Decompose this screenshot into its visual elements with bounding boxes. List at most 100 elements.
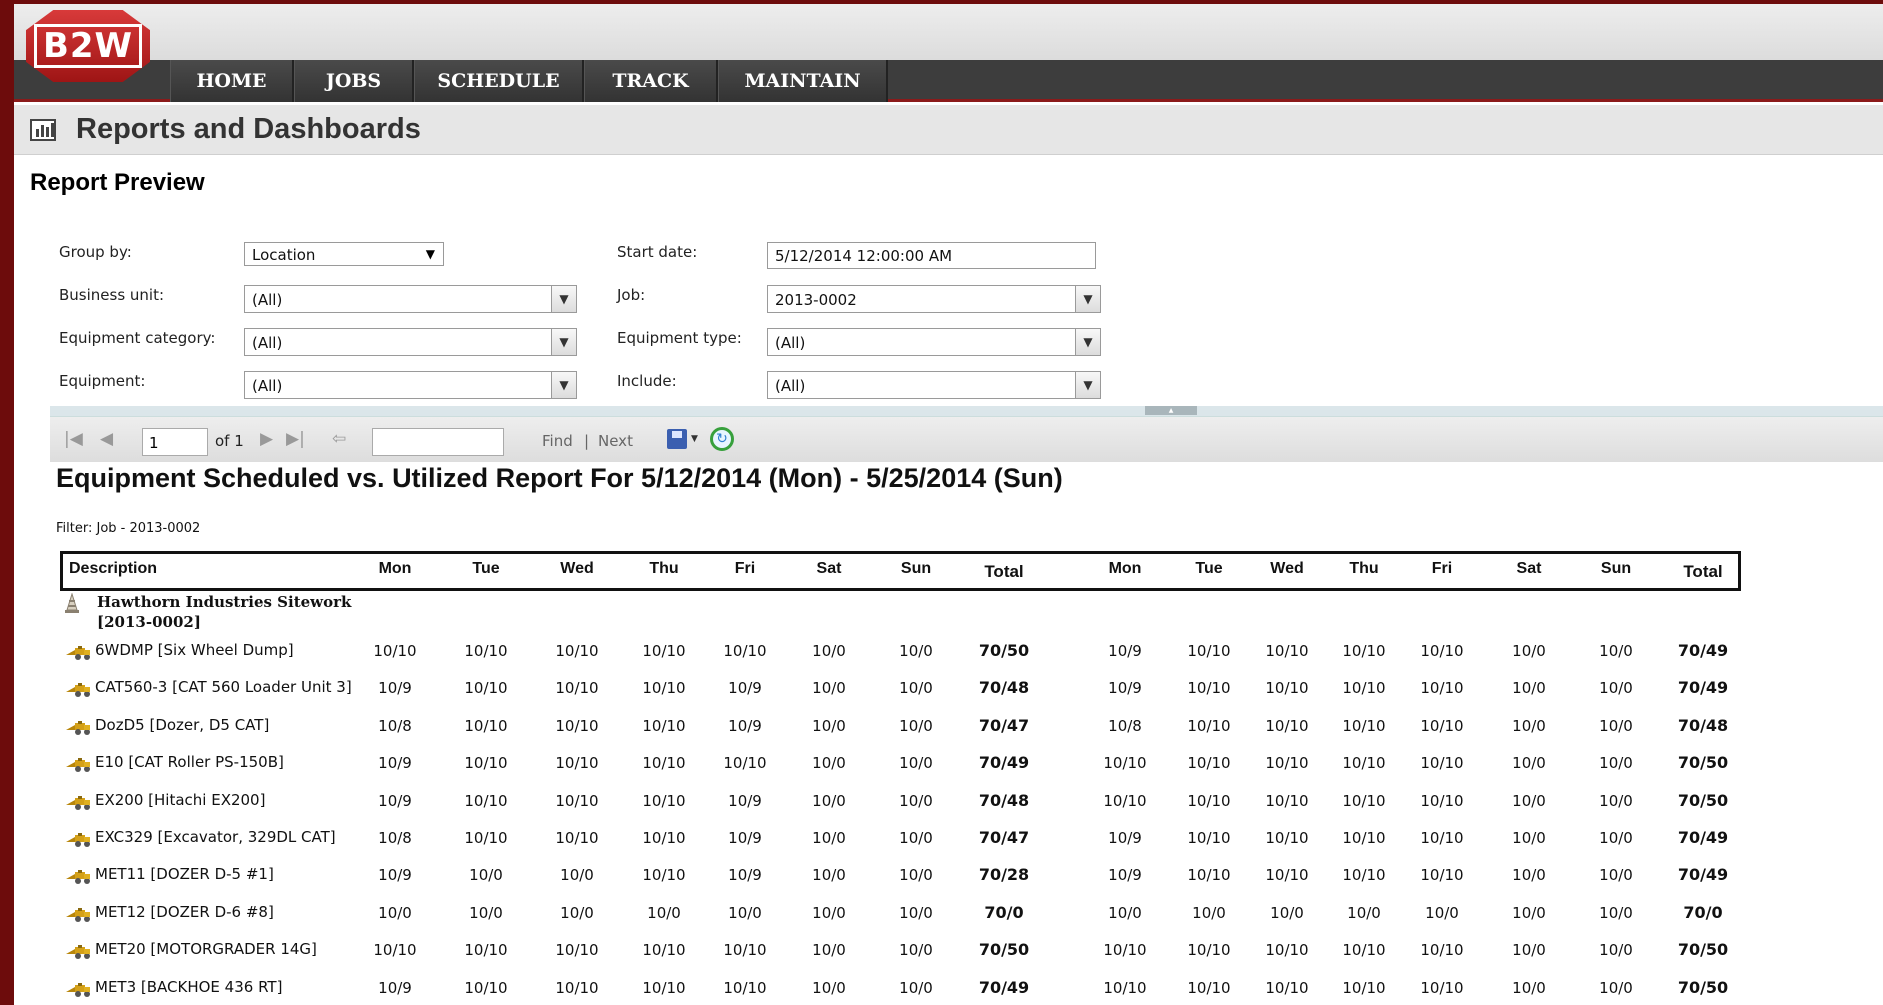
row-total-cell: 70/28 bbox=[978, 865, 1030, 885]
find-input[interactable] bbox=[372, 428, 504, 456]
dropdown-button-icon[interactable]: ▼ bbox=[551, 285, 577, 313]
row-day-cell: 10/10 bbox=[1420, 978, 1464, 997]
last-page-icon[interactable]: ▶| bbox=[286, 429, 305, 449]
nav-jobs[interactable]: JOBS bbox=[294, 60, 414, 102]
business-unit-select[interactable]: (All) ▼ bbox=[244, 285, 577, 313]
job-select[interactable]: 2013-0002 ▼ bbox=[767, 285, 1101, 313]
equipment-type-select[interactable]: (All) ▼ bbox=[767, 328, 1101, 356]
nav-maintain[interactable]: MAINTAIN bbox=[718, 60, 888, 102]
nav-home[interactable]: HOME bbox=[170, 60, 294, 102]
row-day-cell: 10/10 bbox=[723, 642, 767, 660]
b2w-logo[interactable]: B2W bbox=[26, 10, 150, 82]
app-window: B2W HOME JOBS SCHEDULE TRACK MAINTAIN Re… bbox=[14, 4, 1883, 1005]
row-day-cell: 10/0 bbox=[899, 754, 933, 773]
dropdown-button-icon[interactable]: ▼ bbox=[551, 328, 577, 356]
row-day-cell: 10/10 bbox=[1265, 978, 1309, 997]
row-description: EXC329 [Excavator, 329DL CAT] bbox=[95, 828, 336, 846]
row-day-cell: 10/0 bbox=[1347, 903, 1381, 922]
column-header: Thu bbox=[1349, 560, 1379, 577]
row-day-cell: 10/10 bbox=[1265, 829, 1309, 847]
dropdown-button-icon[interactable]: ▼ bbox=[1075, 285, 1101, 313]
group-by-select[interactable]: Location ▼ bbox=[244, 242, 444, 266]
row-day-cell: 10/10 bbox=[464, 642, 508, 660]
table-row: EX200 [Hitachi EX200] 10/9 10/10 10/10 10/10… bbox=[56, 782, 1756, 819]
row-day-cell: 10/0 bbox=[560, 903, 594, 922]
row-day-cell: 10/0 bbox=[1599, 716, 1633, 735]
row-day-cell: 10/10 bbox=[1342, 978, 1386, 997]
row-day-cell: 10/0 bbox=[1599, 978, 1633, 997]
table-row: MET12 [DOZER D-6 #8] 10/0 10/0 10/0 10/0 10/0… bbox=[56, 894, 1756, 931]
row-day-cell: 10/0 bbox=[1599, 829, 1633, 847]
save-export-icon[interactable] bbox=[667, 429, 687, 449]
row-day-cell: 10/0 bbox=[812, 679, 846, 698]
row-day-cell: 10/10 bbox=[1103, 754, 1147, 773]
row-day-cell: 10/8 bbox=[378, 716, 412, 735]
row-total-cell: 70/49 bbox=[1677, 828, 1729, 847]
row-day-cell: 10/9 bbox=[728, 866, 762, 885]
equipment-select[interactable]: (All) ▼ bbox=[244, 371, 577, 399]
job-label: Job: bbox=[617, 286, 646, 304]
row-day-cell: 10/10 bbox=[642, 642, 686, 660]
row-day-cell: 10/10 bbox=[1187, 754, 1231, 773]
row-total-cell: 70/47 bbox=[978, 715, 1030, 735]
dropdown-button-icon[interactable]: ▼ bbox=[1075, 328, 1101, 356]
next-page-icon[interactable]: ▶ bbox=[260, 429, 273, 449]
group-name: Hawthorn Industries Sitework bbox=[97, 593, 352, 611]
nav-schedule[interactable]: SCHEDULE bbox=[414, 60, 584, 102]
column-header: Thu bbox=[649, 560, 679, 577]
row-day-cell: 10/10 bbox=[1187, 679, 1231, 698]
row-day-cell: 10/0 bbox=[1108, 903, 1142, 922]
main-nav: HOME JOBS SCHEDULE TRACK MAINTAIN bbox=[170, 60, 888, 102]
row-day-cell: 10/10 bbox=[373, 642, 417, 660]
row-day-cell: 10/9 bbox=[1108, 829, 1142, 847]
start-date-label: Start date: bbox=[617, 243, 698, 261]
equipment-value: (All) bbox=[252, 377, 283, 395]
report-filter: Filter: Job - 2013-0002 bbox=[56, 521, 201, 536]
row-day-cell: 10/0 bbox=[899, 679, 933, 698]
row-day-cell: 10/10 bbox=[464, 716, 508, 735]
loader-equipment-icon bbox=[66, 869, 92, 885]
section-title: Report Preview bbox=[30, 169, 205, 196]
row-day-cell: 10/10 bbox=[1420, 866, 1464, 885]
collapse-handle[interactable]: ▲ bbox=[1145, 406, 1197, 415]
row-day-cell: 10/10 bbox=[723, 941, 767, 960]
back-icon[interactable]: ⇦ bbox=[332, 429, 346, 449]
equipment-category-select[interactable]: (All) ▼ bbox=[244, 328, 577, 356]
next-link[interactable]: Next bbox=[598, 432, 633, 450]
row-day-cell: 10/10 bbox=[1420, 642, 1464, 660]
row-description: EX200 [Hitachi EX200] bbox=[95, 790, 266, 809]
row-description: 6WDMP [Six Wheel Dump] bbox=[95, 641, 294, 659]
page-number-input[interactable]: 1 bbox=[142, 428, 208, 456]
row-day-cell: 10/10 bbox=[1265, 866, 1309, 885]
refresh-icon[interactable]: ↻ bbox=[710, 427, 734, 451]
row-day-cell: 10/0 bbox=[899, 941, 933, 960]
row-day-cell: 10/10 bbox=[1420, 754, 1464, 773]
row-day-cell: 10/9 bbox=[1108, 679, 1142, 698]
find-link[interactable]: Find bbox=[542, 432, 573, 450]
row-description: MET11 [DOZER D-5 #1] bbox=[95, 865, 274, 884]
dropdown-button-icon[interactable]: ▼ bbox=[1075, 371, 1101, 399]
start-date-input[interactable]: 5/12/2014 12:00:00 AM bbox=[767, 242, 1096, 269]
row-day-cell: 10/0 bbox=[1192, 903, 1226, 922]
job-value: 2013-0002 bbox=[775, 291, 857, 309]
include-select[interactable]: (All) ▼ bbox=[767, 371, 1101, 399]
first-page-icon[interactable]: |◀ bbox=[64, 429, 83, 449]
row-day-cell: 10/10 bbox=[1187, 978, 1231, 997]
loader-equipment-icon bbox=[66, 832, 92, 847]
nav-track[interactable]: TRACK bbox=[584, 60, 718, 102]
previous-page-icon[interactable]: ◀ bbox=[100, 429, 113, 449]
column-header: Wed bbox=[1270, 560, 1304, 577]
column-header-description: Description bbox=[69, 560, 158, 577]
row-description: MET12 [DOZER D-6 #8] bbox=[95, 902, 274, 921]
row-total-cell: 70/50 bbox=[1677, 940, 1729, 960]
export-dropdown-icon[interactable]: ▼ bbox=[691, 434, 698, 444]
traffic-cone-icon bbox=[65, 593, 79, 613]
row-day-cell: 10/10 bbox=[642, 866, 686, 885]
row-day-cell: 10/10 bbox=[1265, 679, 1309, 698]
row-day-cell: 10/0 bbox=[899, 903, 933, 922]
dropdown-button-icon[interactable]: ▼ bbox=[551, 371, 577, 399]
business-unit-value: (All) bbox=[252, 291, 283, 309]
row-day-cell: 10/10 bbox=[642, 716, 686, 735]
row-total-cell: 70/49 bbox=[978, 753, 1030, 773]
row-day-cell: 10/10 bbox=[1187, 829, 1231, 847]
